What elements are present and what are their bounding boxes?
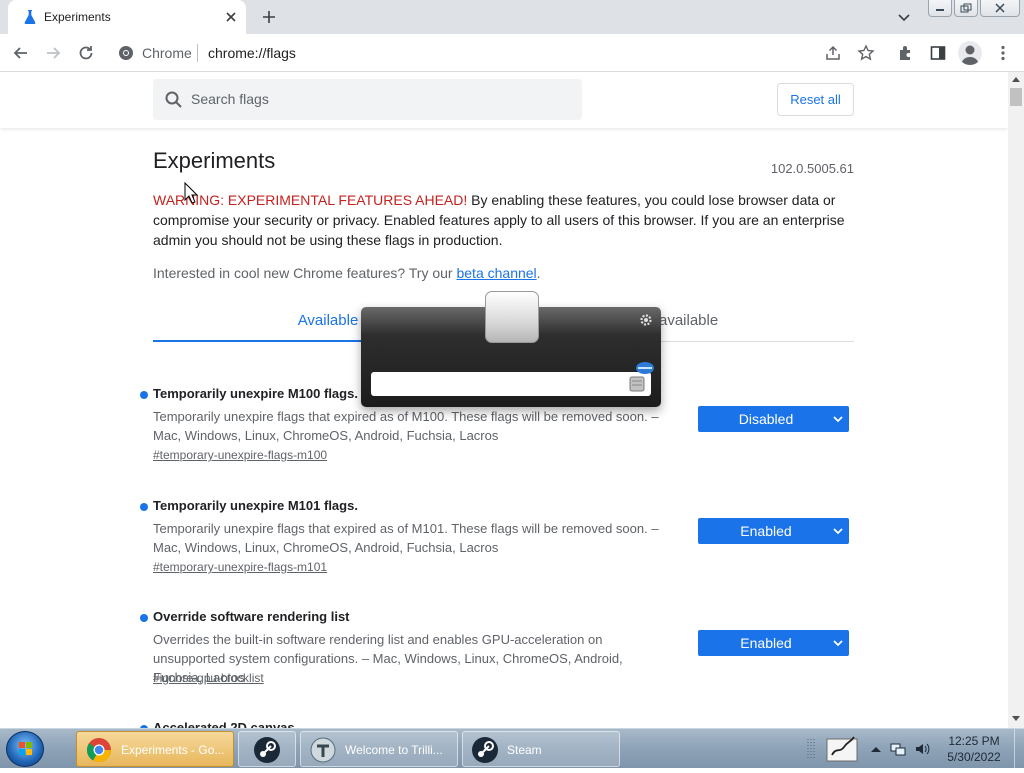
clock-date: 5/30/2022 xyxy=(947,750,1001,764)
scroll-thumb[interactable] xyxy=(1010,88,1022,106)
scroll-up-icon[interactable] xyxy=(1012,76,1020,82)
new-tab-icon[interactable] xyxy=(260,8,278,26)
beta-channel-link[interactable]: beta channel xyxy=(456,265,536,281)
flag-name: Override software rendering list xyxy=(153,609,350,624)
profile-avatar[interactable] xyxy=(958,41,982,65)
chevron-down-icon xyxy=(833,416,843,423)
mouse-cursor-icon xyxy=(184,182,198,204)
gear-icon[interactable] xyxy=(639,313,653,327)
address-bar[interactable]: Chrome chrome://flags xyxy=(108,38,888,68)
chevron-down-icon xyxy=(833,640,843,647)
browser-toolbar: Chrome chrome://flags xyxy=(0,34,1024,72)
site-label: Chrome xyxy=(142,45,192,61)
flag-description: Temporarily unexpire flags that expired … xyxy=(153,409,659,443)
chrome-icon xyxy=(86,738,111,763)
flags-header: Reset all xyxy=(0,72,1008,128)
widget-input-bar[interactable] xyxy=(371,372,651,396)
flag-state-select[interactable]: Disabled xyxy=(698,406,849,432)
taskbar-grip-icon xyxy=(807,739,815,759)
mountain-icon xyxy=(629,362,654,392)
taskbar-item-label: Experiments - Go... xyxy=(121,743,225,757)
browser-tab-experiments[interactable]: Experiments xyxy=(8,0,246,34)
share-icon[interactable] xyxy=(824,44,842,62)
taskbar-item-label: Steam xyxy=(507,743,542,757)
search-icon xyxy=(165,91,182,108)
clock-time: 12:25 PM xyxy=(948,734,1000,748)
extensions-icon[interactable] xyxy=(897,44,915,62)
more-menu-icon[interactable] xyxy=(994,44,1012,62)
steam-icon xyxy=(472,737,498,763)
show-desktop-button[interactable] xyxy=(1014,729,1024,769)
reload-icon[interactable] xyxy=(77,44,95,62)
trillian-icon xyxy=(310,737,336,763)
start-button[interactable] xyxy=(6,731,44,767)
close-window-button[interactable] xyxy=(980,0,1020,17)
window-controls xyxy=(928,0,1020,18)
modified-indicator xyxy=(140,391,148,399)
page-scrollbar[interactable] xyxy=(1008,72,1024,728)
modified-indicator xyxy=(140,614,148,622)
flag-description: Temporarily unexpire flags that expired … xyxy=(153,521,659,555)
chrome-icon[interactable] xyxy=(118,45,134,61)
widget-knob[interactable] xyxy=(485,291,539,343)
warning-paragraph: WARNING: EXPERIMENTAL FEATURES AHEAD! By… xyxy=(153,190,854,250)
beta-promo: Interested in cool new Chrome features? … xyxy=(153,265,541,281)
back-icon[interactable] xyxy=(12,44,30,62)
flag-state-select[interactable]: Enabled xyxy=(698,518,849,544)
flag-state-value: Enabled xyxy=(740,635,792,651)
close-tab-icon[interactable] xyxy=(222,8,240,26)
taskbar-item-chrome[interactable]: Experiments - Go... xyxy=(76,731,234,767)
flag-state-value: Enabled xyxy=(740,523,792,539)
taskbar-item-steam[interactable]: Steam xyxy=(462,731,620,767)
person-icon xyxy=(961,45,979,65)
beta-promo-text: Interested in cool new Chrome features? … xyxy=(153,265,457,281)
restore-icon xyxy=(960,3,972,13)
warning-prefix: WARNING: EXPERIMENTAL FEATURES AHEAD! xyxy=(153,192,468,208)
forward-icon[interactable] xyxy=(44,44,62,62)
flag-state-value: Disabled xyxy=(738,411,794,427)
flag-state-select[interactable]: Enabled xyxy=(698,630,849,656)
system-clock[interactable]: 12:25 PM 5/30/2022 xyxy=(936,733,1012,765)
side-panel-icon[interactable] xyxy=(929,44,947,62)
tab-title: Experiments xyxy=(44,10,111,24)
scroll-down-icon[interactable] xyxy=(1012,716,1020,722)
flag-anchor-link[interactable]: #temporary-unexpire-flags-m101 xyxy=(153,560,327,574)
show-hidden-icons-icon[interactable] xyxy=(868,741,884,757)
search-input[interactable] xyxy=(189,88,569,110)
page-title: Experiments xyxy=(153,148,276,173)
version-label: 102.0.5005.61 xyxy=(770,161,854,176)
taskbar-item-steam-pinned[interactable] xyxy=(238,731,296,767)
network-icon[interactable] xyxy=(890,741,906,757)
taskbar-item-trillian[interactable]: Welcome to Trilli... xyxy=(300,731,458,767)
flag-anchor-link[interactable]: #ignore-gpu-blocklist xyxy=(153,671,264,685)
search-box[interactable] xyxy=(153,79,582,120)
flag-name: Temporarily unexpire M101 flags. xyxy=(153,498,358,513)
minimize-icon xyxy=(936,9,944,11)
tab-strip: Experiments xyxy=(0,0,1024,34)
flag-name: Temporarily unexpire M100 flags. xyxy=(153,386,358,401)
modified-indicator xyxy=(140,503,148,511)
chevron-down-icon xyxy=(833,528,843,535)
chevron-down-icon[interactable] xyxy=(896,9,912,25)
flask-icon xyxy=(24,10,36,24)
flag-anchor-link[interactable]: #temporary-unexpire-flags-m100 xyxy=(153,448,327,462)
restore-button[interactable] xyxy=(954,0,978,17)
windows-taskbar: Experiments - Go... Welcome to Trilli...… xyxy=(0,728,1024,769)
minimize-button[interactable] xyxy=(928,0,952,17)
beta-promo-end: . xyxy=(536,265,541,281)
omnibox-divider xyxy=(197,44,198,62)
bookmark-star-icon[interactable] xyxy=(857,44,875,62)
url-text[interactable]: chrome://flags xyxy=(208,45,296,61)
windows-logo-icon xyxy=(19,742,32,755)
steam-icon xyxy=(254,737,280,763)
volume-icon[interactable] xyxy=(914,741,930,757)
floating-widget[interactable] xyxy=(361,291,661,407)
close-icon xyxy=(995,3,1005,13)
pen-input-icon[interactable] xyxy=(826,735,858,763)
reset-all-button[interactable]: Reset all xyxy=(777,83,854,116)
taskbar-item-label: Welcome to Trilli... xyxy=(345,743,443,757)
flag-name: Accelerated 2D canvas xyxy=(153,720,295,728)
